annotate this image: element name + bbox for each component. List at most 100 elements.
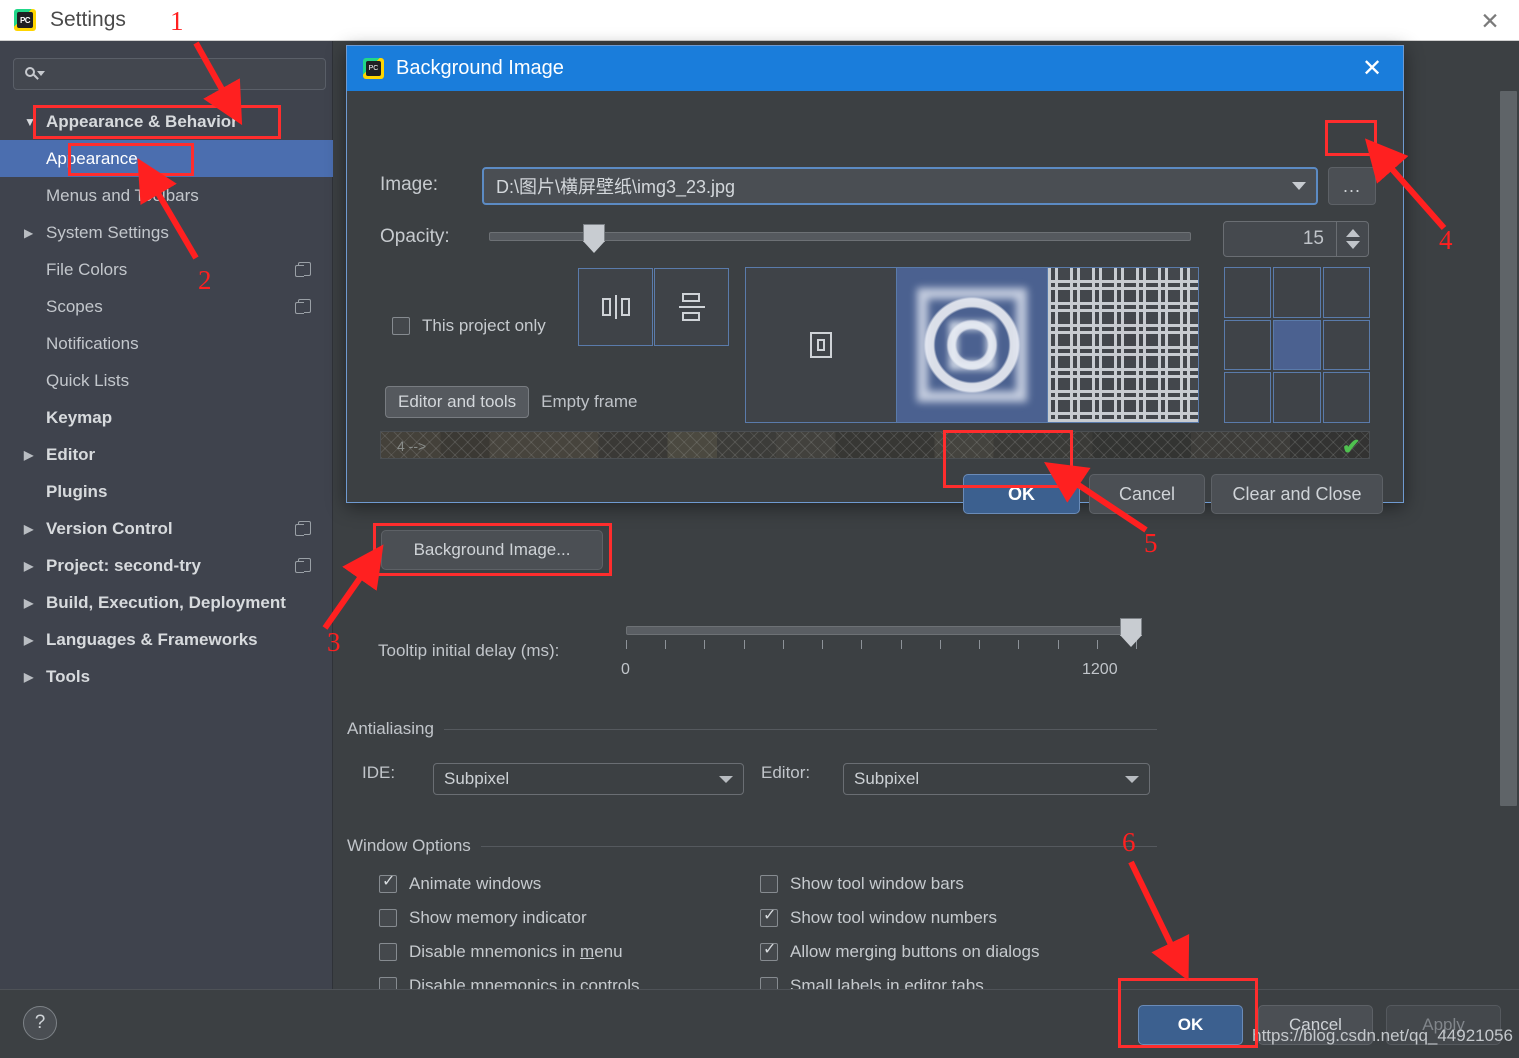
fill-mode-tile[interactable] [1047,267,1199,423]
anchor-cell-6[interactable] [1224,372,1272,423]
checkbox-row-show-memory-indicator[interactable]: Show memory indicator [379,908,587,928]
editor-and-tools-toggle[interactable]: Editor and tools [385,386,530,418]
opacity-label: Opacity: [380,226,450,247]
sidebar-item-editor[interactable]: ▶ Editor [0,436,333,473]
this-project-only-row[interactable]: This project only [392,316,546,336]
anchor-cell-2[interactable] [1322,267,1370,318]
sidebar-item-project-second-try[interactable]: ▶ Project: second-try [0,547,333,584]
sidebar-item-menus-and-toolbars[interactable]: Menus and Toolbars [0,177,333,214]
sidebar-item-label: Languages & Frameworks [46,629,258,649]
sidebar-item-build-execution-deployment[interactable]: ▶ Build, Execution, Deployment [0,584,333,621]
stepper-down-icon[interactable] [1345,241,1360,249]
tooltip-delay-slider[interactable] [626,618,1142,649]
chevron-right-icon[interactable]: ▶ [24,597,46,609]
editor-antialiasing-row: Editor: [761,763,810,783]
dialog-ok-button[interactable]: OK [963,474,1080,514]
copy-settings-icon[interactable] [295,299,311,314]
copy-settings-icon[interactable] [295,262,311,277]
checkbox-row-allow-merging-buttons-on-dialogs[interactable]: Allow merging buttons on dialogs [760,941,1039,962]
checkbox[interactable] [379,909,397,927]
footer-ok-button[interactable]: OK [1138,1005,1243,1045]
chevron-right-icon[interactable]: ▶ [24,523,46,535]
tooltip-slider-thumb[interactable] [1120,618,1142,648]
this-project-only-checkbox[interactable] [392,317,410,335]
sidebar-item-label: Editor [46,444,96,464]
checkbox-row-show-tool-window-bars[interactable]: Show tool window bars [760,874,964,894]
checkbox[interactable] [379,873,397,893]
scrollbar-thumb[interactable] [1500,91,1517,806]
sidebar-item-label: Menus and Toolbars [46,185,199,205]
checkbox-row-animate-windows[interactable]: Animate windows [379,873,541,894]
main-scrollbar[interactable] [1497,41,1519,989]
anchor-position-grid[interactable] [1224,267,1370,423]
browse-file-button[interactable]: ... [1328,167,1376,205]
opacity-slider-thumb[interactable] [583,224,605,254]
sidebar-item-plugins[interactable]: Plugins [0,473,333,510]
sidebar-item-languages-frameworks[interactable]: ▶ Languages & Frameworks [0,621,333,658]
checkbox-row-disable-mnemonics-in-menu[interactable]: Disable mnemonics in menu [379,942,623,962]
ide-antialiasing-select[interactable]: Subpixel [433,763,744,795]
tooltip-slider-ticks [626,640,1137,650]
checkbox[interactable] [760,977,778,989]
copy-settings-icon[interactable] [295,521,311,536]
sidebar-item-quick-lists[interactable]: Quick Lists [0,362,333,399]
anchor-cell-1[interactable] [1273,267,1321,318]
checkbox-row-disable-mnemonics-in-controls[interactable]: Disable mnemonics in controls [379,976,640,989]
fill-mode-scale[interactable] [896,267,1048,423]
anchor-cell-3[interactable] [1224,319,1272,371]
close-icon[interactable]: ✕ [1477,9,1503,33]
flip-vertical-button[interactable] [654,268,729,346]
anchor-cell-4[interactable] [1273,319,1321,371]
stepper-up-icon[interactable] [1345,229,1360,237]
background-target-toggle: Editor and tools Empty frame [385,386,650,418]
sidebar-item-label: Tools [46,666,91,686]
anchor-cell-5[interactable] [1322,319,1370,371]
opacity-stepper[interactable] [1336,222,1368,256]
fill-mode-center[interactable] [745,267,897,423]
sidebar-item-appearance[interactable]: Appearance [0,140,333,177]
sidebar-item-scopes[interactable]: Scopes [0,288,333,325]
sidebar-item-keymap[interactable]: Keymap [0,399,333,436]
sidebar-item-version-control[interactable]: ▶ Version Control [0,510,333,547]
chevron-down-icon[interactable]: ▼ [24,116,46,128]
chevron-right-icon[interactable]: ▶ [24,634,46,646]
image-path-combobox[interactable]: D:\图片\横屏壁纸\img3_23.jpg [482,167,1318,205]
anchor-cell-8[interactable] [1322,372,1370,423]
empty-frame-toggle[interactable]: Empty frame [529,386,649,418]
sidebar-item-tools[interactable]: ▶ Tools [0,658,333,695]
antialiasing-divider [443,728,1157,730]
chevron-down-icon[interactable] [1282,182,1316,190]
dialog-cancel-button[interactable]: Cancel [1089,474,1205,514]
checkbox[interactable] [379,943,397,961]
sidebar-item-label: Appearance [46,148,138,168]
background-image-button[interactable]: Background Image... [381,530,603,570]
checkbox-row-small-labels-in-editor-tabs[interactable]: Small labels in editor tabs [760,976,984,989]
flip-horizontal-button[interactable] [578,268,653,346]
anchor-cell-0[interactable] [1224,267,1272,318]
search-input[interactable] [13,58,326,90]
checkbox-label: Show tool window bars [790,874,964,893]
checkbox[interactable] [760,941,778,961]
opacity-slider[interactable] [489,224,1191,253]
checkbox[interactable] [760,875,778,893]
sidebar-item-system-settings[interactable]: ▶ System Settings [0,214,333,251]
dialog-clear-and-close-button[interactable]: Clear and Close [1211,474,1383,514]
chevron-right-icon[interactable]: ▶ [24,227,46,239]
checkbox[interactable] [760,907,778,927]
checkbox-row-show-tool-window-numbers[interactable]: Show tool window numbers [760,907,997,928]
chevron-right-icon[interactable]: ▶ [24,449,46,461]
copy-settings-icon[interactable] [295,558,311,573]
opacity-spinner[interactable]: 15 [1223,221,1369,257]
help-button[interactable]: ? [23,1006,57,1040]
anchor-cell-7[interactable] [1273,372,1321,423]
flip-horizontal-icon [601,295,630,319]
close-icon[interactable]: ✕ [1359,56,1385,82]
chevron-right-icon[interactable]: ▶ [24,560,46,572]
sidebar-item-notifications[interactable]: Notifications [0,325,333,362]
sidebar-item-file-colors[interactable]: File Colors [0,251,333,288]
editor-antialiasing-select[interactable]: Subpixel [843,763,1150,795]
chevron-right-icon[interactable]: ▶ [24,671,46,683]
checkbox[interactable] [379,977,397,989]
image-label: Image: [380,174,439,195]
sidebar-item-appearance-behavior[interactable]: ▼ Appearance & Behavior [0,103,333,140]
